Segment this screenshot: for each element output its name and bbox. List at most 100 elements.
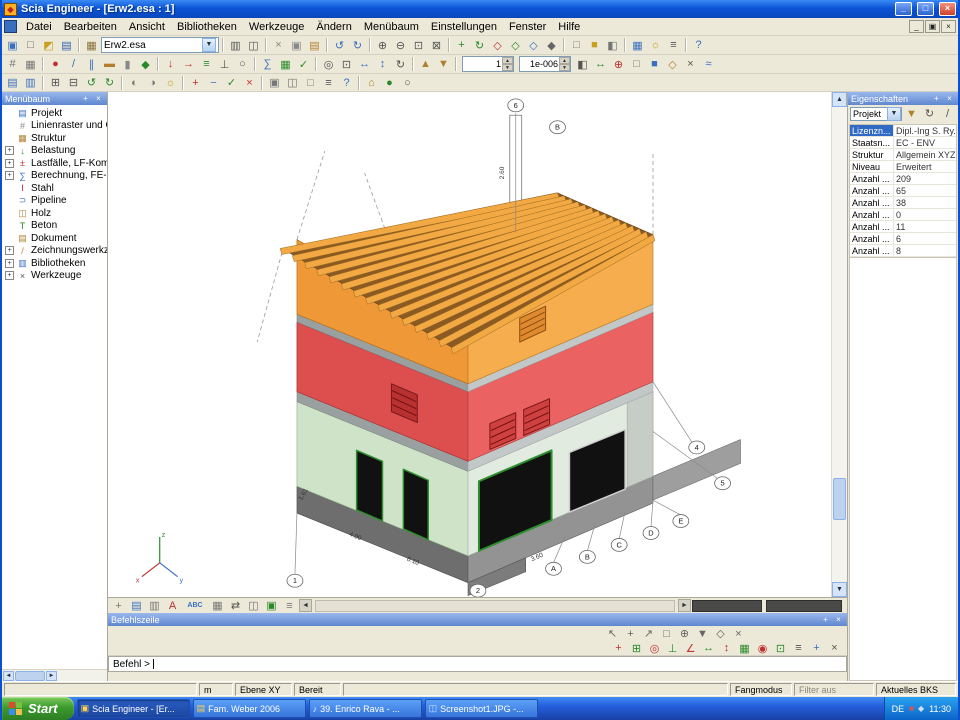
mdi-close-button[interactable]: × xyxy=(941,20,956,33)
task-button-fam-weber-2006[interactable]: ▤Fam. Weber 2006 xyxy=(193,699,306,718)
window-icon[interactable]: ◫ xyxy=(245,598,262,614)
beam-icon[interactable]: / xyxy=(65,56,82,72)
view-axo-icon[interactable]: ◆ xyxy=(543,37,560,53)
scroll-right-icon[interactable]: ► xyxy=(46,671,57,681)
snap-point-icon[interactable]: + xyxy=(610,640,627,656)
model-canvas[interactable]: 6B45ABCDE12 1.614.006.103.602.60 z x y xyxy=(108,92,831,597)
column-icon[interactable]: ∥ xyxy=(83,56,100,72)
menu-hilfe[interactable]: Hilfe xyxy=(552,19,586,35)
model-viewport[interactable]: 6B45ABCDE12 1.614.006.103.602.60 z x y ▲ xyxy=(108,92,847,597)
view-top-icon[interactable]: ◇ xyxy=(525,37,542,53)
point-load-icon[interactable]: ↓ xyxy=(162,56,179,72)
check-icon[interactable]: ✓ xyxy=(295,56,312,72)
orbit-icon[interactable]: ↻ xyxy=(471,37,488,53)
mdi-doc-icon[interactable]: ▣ xyxy=(4,37,21,53)
tree-item-projekt[interactable]: ▤Projekt xyxy=(2,107,107,120)
shell-icon[interactable]: ◆ xyxy=(137,56,154,72)
property-value[interactable]: 38 xyxy=(894,198,956,208)
block2-icon[interactable]: ◫ xyxy=(284,75,301,91)
property-value[interactable]: 209 xyxy=(894,174,956,184)
snap-perp-icon[interactable]: ⊥ xyxy=(664,640,681,656)
property-row[interactable]: Anzahl ...0 xyxy=(850,209,956,221)
circle-icon[interactable]: ○ xyxy=(399,75,416,91)
viewport-scroll-strip[interactable] xyxy=(315,600,675,612)
property-value[interactable]: 11 xyxy=(894,222,956,232)
property-value[interactable]: Allgemein XYZ xyxy=(894,150,956,160)
add-icon[interactable]: ⊕ xyxy=(610,56,627,72)
sun-icon[interactable]: ☼ xyxy=(162,75,179,91)
rotate-icon[interactable]: ↻ xyxy=(392,56,409,72)
menu-bibliotheken[interactable]: Bibliotheken xyxy=(171,19,243,35)
doc-view2-icon[interactable]: ▥ xyxy=(22,75,39,91)
start-button[interactable]: Start xyxy=(2,697,74,720)
chevron-down-icon[interactable]: ▼ xyxy=(202,38,216,52)
snap-grid-icon[interactable]: ⊞ xyxy=(628,640,645,656)
calculate-icon[interactable]: ∑ xyxy=(259,56,276,72)
half-left-icon[interactable]: ◐ xyxy=(126,75,143,91)
new-icon[interactable]: □ xyxy=(22,37,39,53)
task-button-screenshot1-jpg[interactable]: ◫Screenshot1.JPG -... xyxy=(425,699,538,718)
zoom-in-icon[interactable]: ⊕ xyxy=(374,37,391,53)
snap-v-icon[interactable]: ↕ xyxy=(718,640,735,656)
snap-off-icon[interactable]: × xyxy=(826,640,843,656)
raster-icon[interactable]: ▦ xyxy=(22,56,39,72)
property-value[interactable]: 8 xyxy=(894,246,956,256)
undo-icon[interactable]: ↺ xyxy=(331,37,348,53)
property-row[interactable]: Anzahl ...209 xyxy=(850,173,956,185)
view-front-icon[interactable]: ◇ xyxy=(489,37,506,53)
label-abc-icon[interactable]: ABC xyxy=(182,598,208,614)
light-icon[interactable]: ☼ xyxy=(647,37,664,53)
snap-h-icon[interactable]: ↔ xyxy=(700,640,717,656)
scroll-thumb[interactable] xyxy=(15,671,45,681)
cut-icon[interactable]: × xyxy=(270,37,287,53)
hidden-lines-icon[interactable]: ◧ xyxy=(604,37,621,53)
menu-men-baum[interactable]: Menübaum xyxy=(358,19,425,35)
expand-icon[interactable]: ⊞ xyxy=(47,75,64,91)
filled-square-icon[interactable]: ■ xyxy=(646,56,663,72)
snap-mesh-icon[interactable]: ▦ xyxy=(736,640,753,656)
question-icon[interactable]: ? xyxy=(338,75,355,91)
move-icon[interactable]: ↔ xyxy=(356,56,373,72)
precision-spinner[interactable]: 1e-006 ▲▼ xyxy=(519,56,571,72)
redo-view-icon[interactable]: ↻ xyxy=(101,75,118,91)
paste-icon[interactable]: ▤ xyxy=(306,37,323,53)
volume-icon[interactable]: ◆ xyxy=(918,704,924,713)
wall-icon[interactable]: ▮ xyxy=(119,56,136,72)
scroll-right-icon[interactable]: ► xyxy=(678,599,691,612)
grid-toggle-icon[interactable]: ▦ xyxy=(209,598,226,614)
snap-angle-icon[interactable]: ∠ xyxy=(682,640,699,656)
properties-combobox[interactable]: Projekt ▼ xyxy=(850,107,902,121)
maximize-button[interactable]: □ xyxy=(917,2,934,16)
expand-icon[interactable]: + xyxy=(5,171,14,180)
select-icon[interactable]: ◎ xyxy=(320,56,337,72)
plus-icon[interactable]: + xyxy=(187,75,204,91)
down-icon[interactable]: ▼ xyxy=(435,56,452,72)
copy-icon[interactable]: ▣ xyxy=(288,37,305,53)
square-icon[interactable]: □ xyxy=(628,56,645,72)
property-value[interactable]: EC - ENV xyxy=(894,138,956,148)
box-icon[interactable]: ▣ xyxy=(263,598,280,614)
view-preview-box-1[interactable] xyxy=(692,600,762,612)
scroll-track[interactable] xyxy=(832,107,847,582)
print-preview-icon[interactable]: ◫ xyxy=(245,37,262,53)
refresh-icon[interactable]: ↻ xyxy=(921,106,938,122)
tree-item-lastf-lle-lf-komb[interactable]: +±Lastfälle, LF-Komb xyxy=(2,157,107,170)
select-box-icon[interactable]: ⊡ xyxy=(338,56,355,72)
save-icon[interactable]: ▤ xyxy=(58,37,75,53)
menu-fenster[interactable]: Fenster xyxy=(503,19,552,35)
tree-item-beton[interactable]: TBeton xyxy=(2,220,107,233)
project-file-combobox[interactable]: Erw2.esa ▼ xyxy=(101,37,219,53)
menutree-hscrollbar[interactable]: ◄ ► xyxy=(2,669,107,681)
pin-icon[interactable]: + xyxy=(820,615,831,625)
support-icon[interactable]: ⊥ xyxy=(216,56,233,72)
hinge-icon[interactable]: ○ xyxy=(234,56,251,72)
cancel-icon[interactable]: × xyxy=(241,75,258,91)
property-row[interactable]: StrukturAllgemein XYZ xyxy=(850,149,956,161)
tree-item-zeichnungswerkz[interactable]: +/Zeichnungswerkz xyxy=(2,245,107,258)
view-side-icon[interactable]: ◇ xyxy=(507,37,524,53)
zoom-fit-icon[interactable]: ⊠ xyxy=(428,37,445,53)
property-value[interactable]: Erweitert xyxy=(894,162,956,172)
scroll-left-icon[interactable]: ◄ xyxy=(299,599,312,612)
property-value[interactable]: Dipl.-Ing S. Ry... xyxy=(894,126,956,136)
menu-ansicht[interactable]: Ansicht xyxy=(123,19,171,35)
